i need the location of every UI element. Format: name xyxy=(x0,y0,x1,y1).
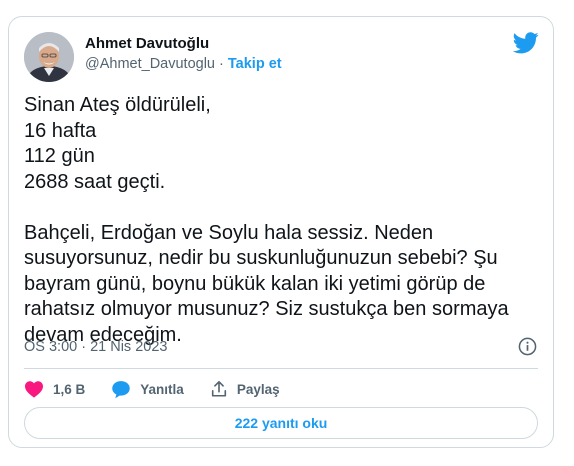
heart-icon xyxy=(25,381,43,398)
reply-button[interactable]: Yanıtla xyxy=(111,380,184,399)
read-replies-label: 222 yanıtı oku xyxy=(234,415,328,431)
like-count: 1,6 B xyxy=(53,381,86,397)
follow-button[interactable]: Takip et xyxy=(228,56,282,72)
separator-dot: · xyxy=(214,56,228,72)
author-handle[interactable]: @Ahmet_Davutoglu xyxy=(85,56,215,72)
read-replies-button[interactable]: 222 yanıtı oku xyxy=(24,407,538,439)
avatar-photo xyxy=(24,32,74,82)
share-button[interactable]: Paylaş xyxy=(210,380,280,398)
action-bar: 1,6 B Yanıtla Paylaş xyxy=(24,377,306,401)
share-label: Paylaş xyxy=(236,381,280,397)
author-name[interactable]: Ahmet Davutoğlu xyxy=(85,35,209,52)
divider xyxy=(24,368,538,369)
twitter-bird-icon[interactable] xyxy=(513,32,539,54)
reply-label: Yanıtla xyxy=(140,381,184,397)
avatar[interactable] xyxy=(24,32,74,82)
tweet-text: Sinan Ateş öldürüleli, 16 hafta 112 gün … xyxy=(24,94,509,346)
author-handle-row: @Ahmet_Davutoglu · Takip et xyxy=(85,56,282,72)
share-icon xyxy=(211,380,226,397)
tweet-card: Ahmet Davutoğlu @Ahmet_Davutoglu · Takip… xyxy=(8,16,554,448)
reply-bubble-icon xyxy=(112,380,131,398)
tweet-timestamp[interactable]: ÖS 3:00 · 21 Nis 2023 xyxy=(24,339,167,355)
like-button[interactable]: 1,6 B xyxy=(24,380,85,398)
info-icon[interactable] xyxy=(518,337,537,356)
